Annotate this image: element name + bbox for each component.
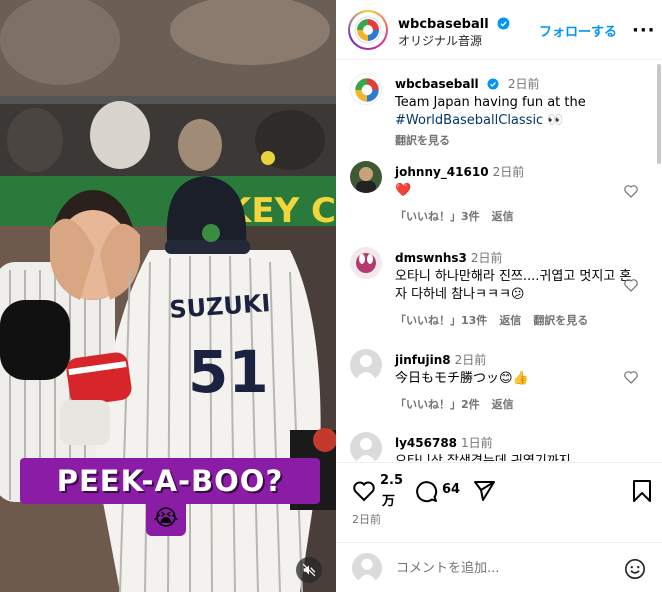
bookmark-icon[interactable]	[632, 479, 652, 503]
caption-username[interactable]: wbcbaseball	[395, 77, 479, 91]
verified-badge-icon	[487, 78, 499, 90]
jersey-number: 51	[188, 338, 269, 406]
reply-button[interactable]: 返信	[499, 314, 521, 327]
avatar-photo	[350, 161, 382, 193]
post-sidebar: wbcbaseball オリジナル音源 フォローする ··· wbcbaseba…	[336, 0, 662, 592]
commenter-avatar[interactable]	[350, 349, 382, 381]
like-count-unit[interactable]: 万	[382, 490, 395, 509]
default-avatar-icon	[350, 432, 382, 461]
author-avatar[interactable]	[348, 10, 388, 50]
comment-item: ly456788 1日前 오타니상 잘생겼는데 귀엽기까지	[350, 432, 650, 461]
comment-username[interactable]: ly456788	[395, 436, 457, 450]
audio-label[interactable]: オリジナル音源	[398, 32, 482, 49]
smiley-icon[interactable]	[624, 558, 646, 580]
comment-item: johnny_41610 2日前 ❤️ 「いいね！」3件 返信	[350, 161, 650, 231]
translate-link[interactable]: 翻訳を見る	[395, 132, 635, 148]
comment-likes[interactable]: 「いいね！」2件	[395, 398, 480, 411]
comment-item: dmswnhs3 2日前 오타니 하나만해라 진쯔....귀엽고 멋지고 혼자 다…	[350, 247, 650, 337]
hashtag-link[interactable]: #WorldBaseballClassic	[395, 113, 543, 128]
caption-avatar[interactable]	[350, 73, 382, 105]
translate-link[interactable]: 翻訳を見る	[533, 314, 588, 327]
comment-username[interactable]: dmswnhs3	[395, 251, 467, 265]
post-caption: wbcbaseball 2日前 Team Japan having fun at…	[350, 73, 650, 153]
comment-username[interactable]: jinfujin8	[395, 353, 451, 367]
like-count[interactable]: 2.5	[380, 473, 403, 488]
comment-like-heart-icon[interactable]	[623, 183, 639, 199]
comment-item: jinfujin8 2日前 今日もモチ勝つッ😊👍 「いいね！」2件 返信	[350, 349, 650, 419]
mute-button[interactable]	[296, 557, 322, 583]
caption-emoji: 👀	[547, 113, 564, 128]
comment-time[interactable]: 2日前	[493, 165, 525, 179]
add-comment-bar	[336, 542, 662, 592]
comment-time[interactable]: 2日前	[455, 353, 487, 367]
post-date[interactable]: 2日前	[352, 511, 381, 527]
comment-username[interactable]: johnny_41610	[395, 165, 489, 179]
comment-like-heart-icon[interactable]	[623, 277, 639, 293]
comment-likes[interactable]: 「いいね！」3件	[395, 210, 480, 223]
comment-likes[interactable]: 「いいね！」13件	[395, 314, 487, 327]
commenter-avatar[interactable]	[350, 161, 382, 193]
share-paper-plane-icon[interactable]	[472, 479, 496, 503]
current-user-avatar[interactable]	[352, 553, 382, 583]
comment-text: 오타니상 잘생겼는데 귀엽기까지	[395, 453, 635, 461]
video-player[interactable]: KEY CO	[0, 0, 336, 592]
comment-like-heart-icon[interactable]	[623, 369, 639, 385]
comments-list[interactable]: wbcbaseball 2日前 Team Japan having fun at…	[336, 61, 662, 461]
caption-emoji: 😭	[146, 500, 186, 536]
post-header: wbcbaseball オリジナル音源 フォローする ···	[336, 0, 662, 60]
scrollbar-thumb[interactable]	[657, 64, 661, 164]
comment-text: ❤️	[395, 183, 412, 198]
video-caption-text: PEEK-A-BOO?	[56, 464, 284, 498]
default-avatar-icon	[352, 553, 382, 583]
header-username-row: wbcbaseball	[398, 13, 510, 32]
default-avatar-icon	[350, 349, 382, 381]
commenter-avatar[interactable]	[350, 432, 382, 461]
comment-text: 오타니 하나만해라 진쯔....귀엽고 멋지고 혼자 다하네 참나ㅋㅋㅋ😕	[395, 269, 632, 302]
comment-time[interactable]: 2日前	[471, 251, 503, 265]
caption-time[interactable]: 2日前	[508, 77, 540, 91]
reply-button[interactable]: 返信	[492, 398, 514, 411]
caption-text: Team Japan having fun at the	[395, 95, 586, 110]
comment-input[interactable]	[396, 557, 606, 579]
comment-time[interactable]: 1日前	[461, 436, 493, 450]
comment-bubble-icon[interactable]	[414, 479, 438, 503]
comment-count[interactable]: 64	[442, 482, 460, 497]
avatar-photo	[350, 247, 382, 279]
more-options-icon[interactable]: ···	[632, 20, 656, 41]
commenter-avatar[interactable]	[350, 247, 382, 279]
follow-button[interactable]: フォローする	[539, 21, 617, 40]
wbc-logo-icon	[354, 16, 382, 44]
reply-button[interactable]: 返信	[492, 210, 514, 223]
speaker-muted-icon	[302, 563, 316, 577]
comment-text: 今日もモチ勝つッ😊👍	[395, 371, 529, 386]
wbc-logo-icon	[351, 74, 381, 104]
header-username[interactable]: wbcbaseball	[398, 17, 489, 32]
action-bar: 2.5 万 64 2日前	[336, 462, 662, 542]
like-heart-icon[interactable]	[352, 479, 376, 503]
video-caption-banner: PEEK-A-BOO?	[20, 458, 320, 504]
verified-badge-icon	[497, 17, 510, 30]
